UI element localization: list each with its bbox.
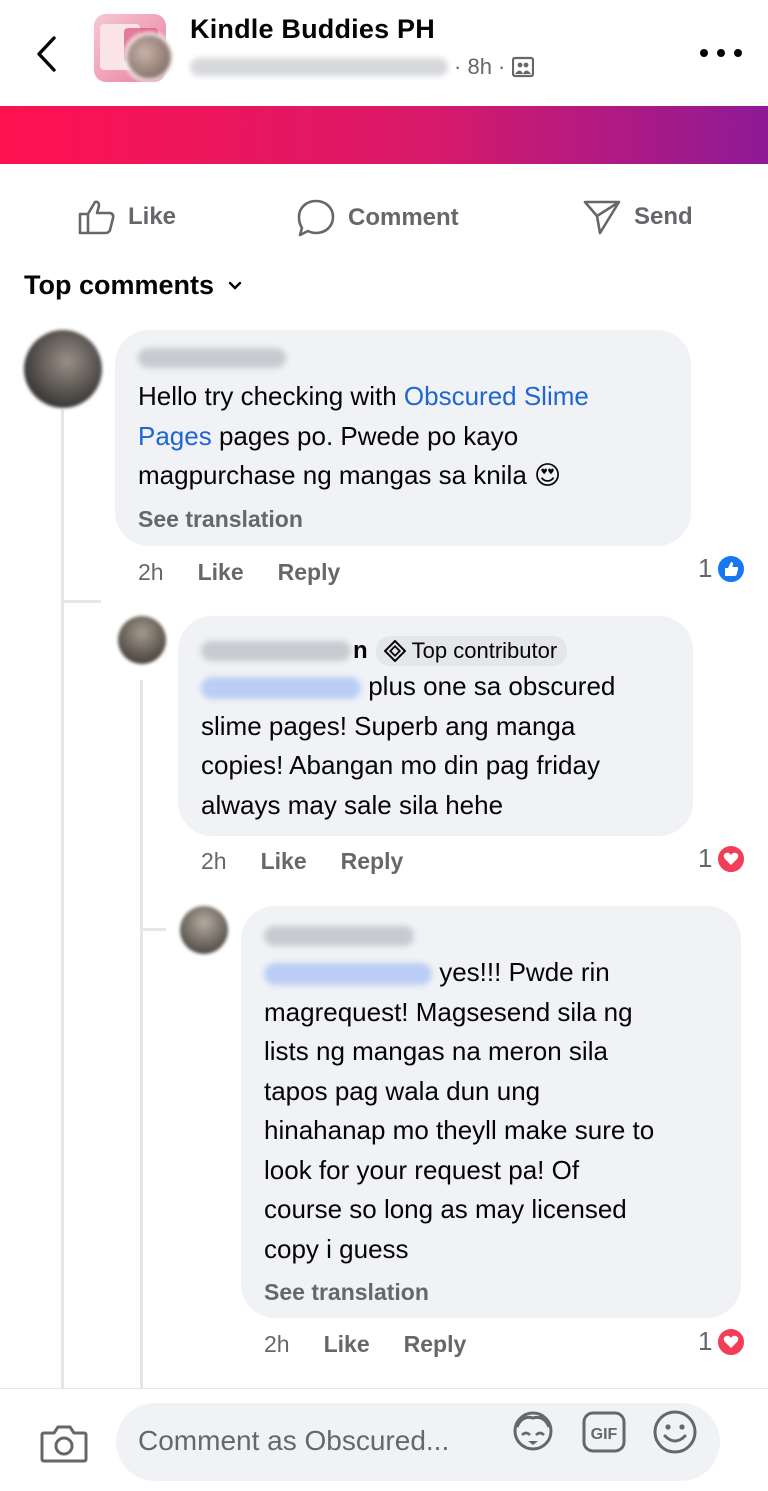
comment-composer: Comment as Obscured... GIF bbox=[0, 1388, 768, 1491]
comment-time: 2h bbox=[138, 559, 164, 585]
comment-meta: 2h Like Reply bbox=[201, 848, 403, 875]
comment-icon bbox=[297, 199, 335, 237]
emoji-button[interactable] bbox=[652, 1409, 698, 1460]
post-meta: · 8h · bbox=[190, 54, 534, 80]
commenter-avatar[interactable] bbox=[118, 616, 166, 664]
see-translation-link[interactable]: See translation bbox=[264, 1279, 429, 1306]
mention-link[interactable] bbox=[264, 963, 432, 986]
avatar-sticker-button[interactable] bbox=[510, 1409, 556, 1458]
more-icon bbox=[700, 49, 708, 57]
back-button[interactable] bbox=[30, 34, 62, 74]
like-label: Like bbox=[128, 203, 177, 230]
love-reaction-icon bbox=[716, 1326, 747, 1357]
mention-link[interactable]: Obscured Slime bbox=[404, 381, 589, 411]
thread-connector-nested bbox=[140, 928, 166, 931]
like-reaction-icon bbox=[716, 553, 747, 584]
reaction-count[interactable]: 1 bbox=[698, 553, 747, 584]
comment-time: 2h bbox=[264, 1331, 290, 1357]
top-contributor-badge[interactable]: Top contributor bbox=[375, 636, 568, 666]
commenter-header: n Top contributor bbox=[201, 636, 568, 666]
commenter-name-redacted[interactable] bbox=[264, 926, 414, 946]
love-reaction-icon bbox=[716, 843, 747, 874]
reaction-count[interactable]: 1 bbox=[698, 843, 747, 874]
send-label: Send bbox=[634, 203, 693, 230]
svg-text:GIF: GIF bbox=[591, 1426, 618, 1443]
comment-like-button[interactable]: Like bbox=[324, 1331, 370, 1358]
thread-connector bbox=[61, 600, 101, 603]
post-action-bar: Like Comment Send bbox=[0, 180, 768, 260]
thread-line-nested bbox=[140, 680, 143, 1390]
more-options-button[interactable] bbox=[700, 40, 742, 66]
comment-like-button[interactable]: Like bbox=[198, 559, 244, 586]
comment-like-button[interactable]: Like bbox=[261, 848, 307, 875]
top-comments-label: Top comments bbox=[24, 270, 215, 300]
commenter-name-redacted[interactable] bbox=[201, 641, 351, 661]
post-image-strip[interactable] bbox=[0, 106, 768, 164]
comment-reply-button[interactable]: Reply bbox=[278, 559, 341, 586]
chevron-down-icon bbox=[228, 281, 242, 290]
thread-line bbox=[61, 410, 64, 1390]
commenter-avatar[interactable] bbox=[24, 330, 102, 408]
commenter-name-redacted[interactable] bbox=[138, 348, 286, 368]
post-header: Kindle Buddies PH · 8h · bbox=[0, 0, 768, 106]
top-contributor-icon bbox=[383, 640, 406, 662]
poster-avatar[interactable] bbox=[124, 32, 174, 82]
reaction-count[interactable]: 1 bbox=[698, 1326, 747, 1357]
comment-label: Comment bbox=[348, 204, 459, 231]
group-privacy-icon bbox=[511, 56, 534, 78]
comment-button[interactable]: Comment bbox=[296, 198, 459, 238]
comment-reply-button[interactable]: Reply bbox=[404, 1331, 467, 1358]
comment-input-placeholder: Comment as Obscured... bbox=[138, 1425, 450, 1456]
gif-button[interactable]: GIF bbox=[582, 1411, 626, 1458]
post-time: 8h bbox=[467, 54, 492, 79]
comment-time: 2h bbox=[201, 848, 227, 874]
comment-meta: 2h Like Reply bbox=[264, 1331, 466, 1358]
camera-button[interactable] bbox=[40, 1423, 88, 1468]
top-comments-sort[interactable]: Top comments bbox=[24, 270, 242, 301]
mention-link[interactable] bbox=[201, 677, 361, 700]
send-button[interactable]: Send bbox=[582, 198, 693, 236]
send-icon bbox=[583, 200, 621, 235]
comment-meta: 2h Like Reply bbox=[138, 559, 340, 586]
like-icon bbox=[78, 200, 115, 235]
see-translation-link[interactable]: See translation bbox=[138, 506, 303, 533]
poster-name-redacted[interactable] bbox=[190, 58, 448, 76]
comment-text: yes!!! Pwde rin magrequest! Magsesend si… bbox=[264, 957, 655, 1264]
gif-icon: GIF bbox=[582, 1411, 626, 1453]
group-name[interactable]: Kindle Buddies PH bbox=[190, 14, 435, 45]
avatar-sticker-icon bbox=[513, 1411, 553, 1451]
comment-input[interactable]: Comment as Obscured... bbox=[116, 1403, 720, 1481]
comment-text: plus one sa obscured slime pages! Superb… bbox=[201, 671, 616, 820]
heart-eyes-emoji: 😍 bbox=[534, 460, 562, 490]
mention-link[interactable]: Pages bbox=[138, 421, 212, 451]
like-button[interactable]: Like bbox=[76, 198, 176, 236]
emoji-icon bbox=[653, 1410, 697, 1454]
commenter-avatar[interactable] bbox=[180, 906, 228, 954]
comment-text: Hello try checking with Obscured Slime P… bbox=[138, 381, 589, 490]
comment-reply-button[interactable]: Reply bbox=[341, 848, 404, 875]
back-arrow-icon bbox=[37, 36, 56, 72]
camera-icon bbox=[40, 1425, 88, 1463]
